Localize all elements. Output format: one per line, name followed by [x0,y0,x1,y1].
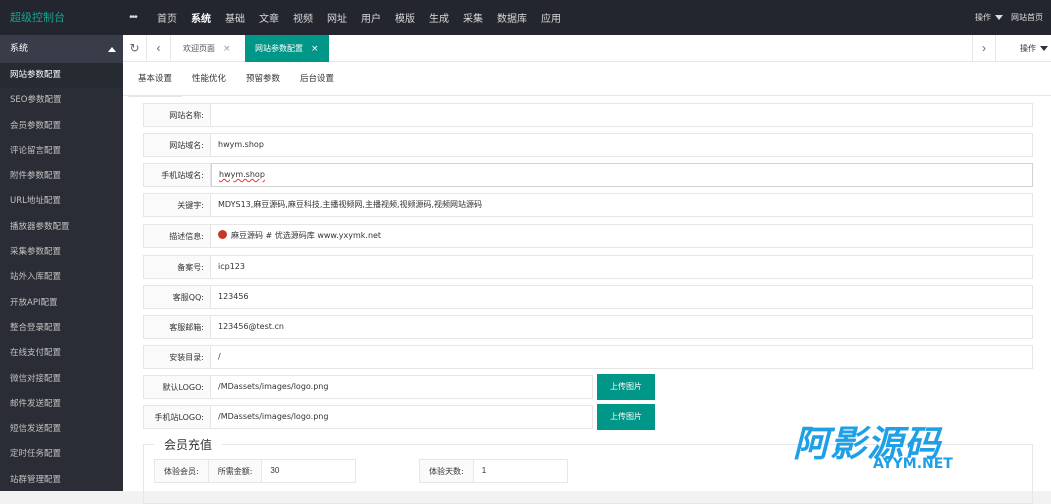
top-navbar: 超级控制台 ••• 首页 系统 基础 文章 视频 网址 用户 模版 生成 采集 … [0,0,1051,35]
nav-apps[interactable]: 应用 [541,10,561,25]
mobile-domain-input[interactable]: hwym.shop [211,163,1033,187]
sidebar-item-api[interactable]: 开放API配置 [0,291,123,316]
sidebar-item-player[interactable]: 播放器参数配置 [0,215,123,240]
site-home-link[interactable]: 网站首页 [1011,12,1043,23]
member-recharge-legend: 会员充值 [154,436,223,453]
sidebar-item-timer[interactable]: 定时任务配置 [0,442,123,467]
nav-video[interactable]: 视频 [293,10,313,25]
top-right-menu: 操作 网站首页 [975,0,1051,35]
qq-input[interactable]: 123456 [211,285,1033,309]
trial-days-group: 体验天数: 1 [419,459,568,483]
sidebar-item-comment[interactable]: 评论留言配置 [0,139,123,164]
sidebar-item-attachment[interactable]: 附件参数配置 [0,164,123,189]
operate-dropdown[interactable]: 操作 [975,12,1003,23]
domain-input[interactable]: hwym.shop [211,133,1033,157]
close-icon[interactable]: × [223,44,231,54]
trial-member-group: 体验会员: 所需金额: 30 [154,459,357,483]
install-dir-label: 安装目录: [143,345,211,369]
mobile-logo-input[interactable]: /MDassets/images/logo.png [211,405,593,429]
sidebar-item-seo[interactable]: SEO参数配置 [0,88,123,113]
watermark-small-text: AYYM.NET [873,456,953,472]
sidebar-item-collect[interactable]: 采集参数配置 [0,240,123,265]
menu-toggle-icon[interactable]: ••• [123,12,143,23]
icp-input[interactable]: icp123 [211,255,1033,279]
site-name-label: 网站名称: [143,103,211,127]
logo-input[interactable]: /MDassets/images/logo.png [211,375,593,399]
top-nav: 首页 系统 基础 文章 视频 网址 用户 模版 生成 采集 数据库 应用 [143,10,561,25]
qq-label: 客服QQ: [143,285,211,309]
email-input[interactable]: 123456@test.cn [211,315,1033,339]
amount-label: 所需金额: [208,459,263,483]
icp-label: 备案号: [143,255,211,279]
tabs-operate-dropdown[interactable]: 操作 [1020,35,1048,62]
email-label: 客服邮箱: [143,315,211,339]
tabs-operate-label: 操作 [1020,44,1036,53]
description-input[interactable]: 麻豆源码 # 优选源码库 www.yxymk.net [211,224,1033,248]
sidebar-item-login[interactable]: 整合登录配置 [0,316,123,341]
sidebar-item-email[interactable]: 邮件发送配置 [0,392,123,417]
sidebar-header[interactable]: 系统 [0,35,123,63]
app-logo[interactable]: 超级控制台 [0,0,123,35]
tab-site-config[interactable]: 网站参数配置 × [245,35,329,62]
nav-system[interactable]: 系统 [191,10,211,25]
watermark-logo: 阿影源码 AYYM.NET [793,425,1023,475]
tab-basic-settings[interactable]: 基本设置 [128,62,183,97]
devil-emoji-icon [218,230,227,239]
trial-days-label: 体验天数: [419,459,474,483]
refresh-icon[interactable]: ↻ [123,35,147,62]
tab-welcome[interactable]: 欢迎页面 × [173,35,241,62]
sidebar-header-label: 系统 [10,44,29,54]
settings-tabs: 基本设置 性能优化 预留参数 后台设置 [123,62,1051,97]
site-name-input[interactable] [211,103,1033,127]
nav-home[interactable]: 首页 [157,10,177,25]
tab-welcome-label: 欢迎页面 [183,44,215,53]
sidebar: 系统 网站参数配置 SEO参数配置 会员参数配置 评论留言配置 附件参数配置 U… [0,35,123,491]
chevron-right-icon[interactable]: › [972,35,996,62]
sidebar-item-url[interactable]: URL地址配置 [0,189,123,214]
sidebar-item-site-config[interactable]: 网站参数配置 [0,63,123,89]
tab-admin-settings[interactable]: 后台设置 [290,62,344,96]
mobile-logo-label: 手机站LOGO: [143,405,211,429]
trial-days-input[interactable]: 1 [473,459,568,483]
nav-article[interactable]: 文章 [259,10,279,25]
description-value: 麻豆源码 # 优选源码库 www.yxymk.net [231,231,382,240]
nav-generate[interactable]: 生成 [429,10,449,25]
description-label: 描述信息: [143,224,211,248]
mobile-domain-value: hwym.shop [219,170,265,179]
nav-user[interactable]: 用户 [361,10,381,25]
tab-reserved-params[interactable]: 预留参数 [236,62,290,96]
sidebar-item-wechat[interactable]: 微信对接配置 [0,367,123,392]
sidebar-item-member[interactable]: 会员参数配置 [0,114,123,139]
domain-label: 网站域名: [143,133,211,157]
nav-database[interactable]: 数据库 [497,10,527,25]
keywords-label: 关键字: [143,193,211,217]
caret-down-icon [995,15,1003,20]
chevron-left-icon[interactable]: ‹ [147,35,171,62]
sidebar-item-sms[interactable]: 短信发送配置 [0,417,123,442]
nav-url[interactable]: 网址 [327,10,347,25]
keywords-input[interactable]: MDYS13,麻豆源码,麻豆科技,主播视频网,主播视频,视频源码,视频网站源码 [211,193,1033,217]
tabs-bar: ↻ ‹ 欢迎页面 × 网站参数配置 × › 操作 [123,35,1051,62]
operate-label: 操作 [975,13,991,22]
trial-member-label: 体验会员: [154,459,209,483]
amount-input[interactable]: 30 [262,459,357,483]
nav-basic[interactable]: 基础 [225,10,245,25]
caret-down-icon [1040,46,1048,51]
sidebar-item-pay[interactable]: 在线支付配置 [0,341,123,366]
upload-logo-button[interactable]: 上传图片 [597,374,655,400]
tab-performance[interactable]: 性能优化 [182,62,236,96]
sidebar-item-sitegroup[interactable]: 站群管理配置 [0,468,123,491]
nav-collect[interactable]: 采集 [463,10,483,25]
tab-site-config-label: 网站参数配置 [255,44,303,53]
close-icon[interactable]: × [311,44,319,54]
logo-label: 默认LOGO: [143,375,211,399]
nav-template[interactable]: 模版 [395,10,415,25]
sidebar-item-import[interactable]: 站外入库配置 [0,265,123,290]
install-dir-input[interactable]: / [211,345,1033,369]
caret-up-icon [108,47,116,52]
mobile-domain-label: 手机站域名: [143,163,211,187]
upload-mobile-logo-button[interactable]: 上传图片 [597,404,655,430]
